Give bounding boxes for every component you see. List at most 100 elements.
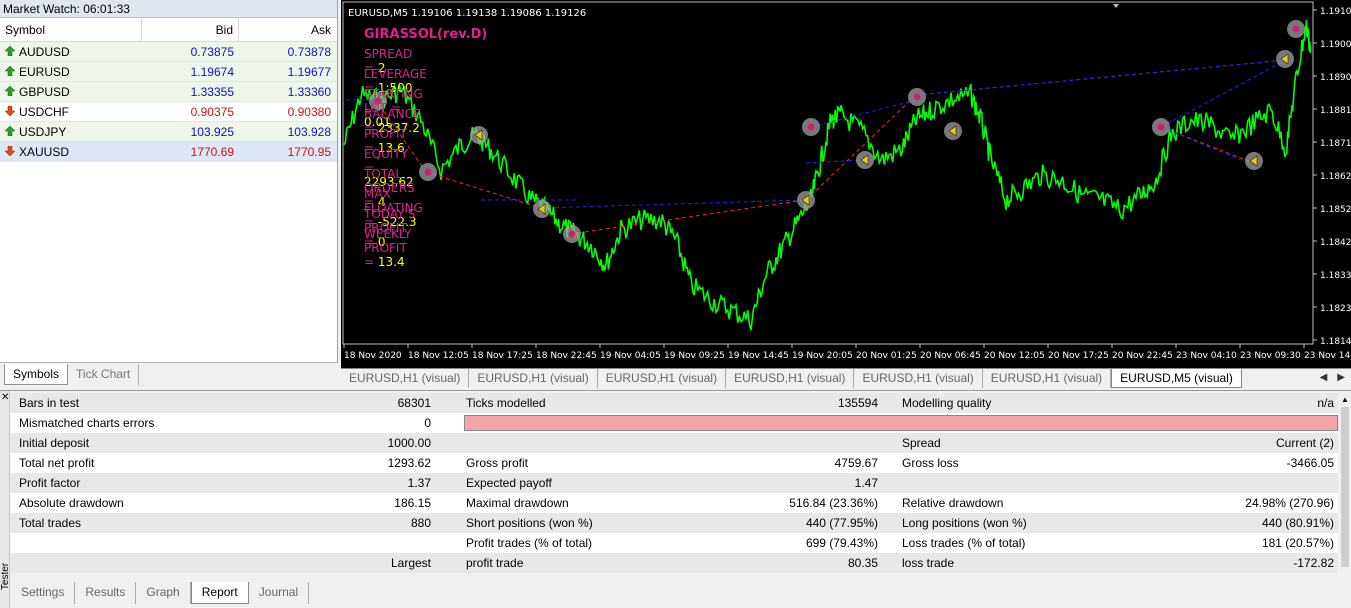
report-label: Total trades <box>19 516 82 530</box>
report-label: Loss trades (% of total) <box>902 536 1026 550</box>
price-label: 1.18810 <box>1320 106 1351 116</box>
tab-symbols[interactable]: Symbols <box>4 364 69 385</box>
ea-title: GIRASSOL(rev.D) <box>364 27 488 42</box>
report-value: 80.35 <box>847 556 878 570</box>
column-bid[interactable]: Bid <box>142 18 239 41</box>
time-label: 19 Nov 04:05 <box>600 351 661 361</box>
symbol-name: GBPUSD <box>19 84 70 99</box>
report-label: Total net profit <box>19 456 95 470</box>
time-label: 20 Nov 22:45 <box>1112 351 1173 361</box>
bid-cell: 1.33355 <box>190 85 234 99</box>
market-watch-panel: Market Watch: 06:01:33 Symbol Bid Ask AU… <box>0 0 338 386</box>
time-label: 18 Nov 22:45 <box>536 351 597 361</box>
ask-cell: 1770.95 <box>287 145 331 159</box>
price-label: 1.19005 <box>1320 40 1351 50</box>
report-table: Bars in test 68301 Ticks modelled 135594 Mod… <box>11 393 1338 573</box>
ask-cell: 1.33360 <box>287 85 331 99</box>
tab-report[interactable]: Report <box>190 582 249 604</box>
arrow-up-icon <box>5 62 19 82</box>
symbol-name: USDCHF <box>19 104 69 119</box>
report-value: 186.15 <box>394 496 431 510</box>
price-chart[interactable]: EURUSD,M5 1.19106 1.19138 1.19086 1.1912… <box>341 0 1351 368</box>
chart-canvas[interactable]: EURUSD,M5 1.19106 1.19138 1.19086 1.1912… <box>341 0 1351 368</box>
trade-dot-icon <box>807 123 815 131</box>
symbol-cell: XAUUSD <box>0 142 142 161</box>
buy-trade-line <box>810 99 917 128</box>
report-value: 68301 <box>397 396 431 410</box>
time-label: 19 Nov 14:45 <box>728 351 789 361</box>
report-label: Profit trades (% of total) <box>466 536 593 550</box>
tab-results[interactable]: Results <box>75 582 137 604</box>
market-watch-title: Market Watch: 06:01:33 <box>0 0 337 18</box>
chart-tab[interactable]: EURUSD,H1 (visual) <box>469 369 598 388</box>
chart-tab[interactable]: EURUSD,H1 (visual) <box>854 369 983 388</box>
close-icon[interactable]: ✕ <box>1 392 9 403</box>
chart-tab[interactable]: EURUSD,H1 (visual) <box>983 369 1112 388</box>
price-label: 1.18425 <box>1320 238 1351 248</box>
chart-tab[interactable]: EURUSD,M5 (visual) <box>1111 369 1242 388</box>
sell-trade-line <box>570 199 807 235</box>
market-watch-row[interactable]: AUDUSD 0.73875 0.73878 <box>0 42 337 62</box>
scroll-right-icon[interactable]: ▶ <box>1337 369 1345 388</box>
symbol-name: XAUUSD <box>19 144 70 159</box>
trade-dot-icon <box>568 230 576 238</box>
report-value: 1000.00 <box>387 436 431 450</box>
trade-dot-icon <box>424 168 432 176</box>
chart-shift-icon <box>1113 4 1119 8</box>
report-scrollbar[interactable]: ▲ <box>1339 393 1351 573</box>
report-label: Mismatched charts errors <box>19 416 155 430</box>
ea-info-value: 13.4 <box>377 255 405 269</box>
market-watch-row[interactable]: USDCHF 0.90375 0.90380 <box>0 102 337 122</box>
symbol-name: USDJPY <box>19 124 67 139</box>
time-label: 19 Nov 20:05 <box>792 351 853 361</box>
tab-graph[interactable]: Graph <box>136 582 191 604</box>
bid-cell: 103.925 <box>190 125 234 139</box>
column-symbol[interactable]: Symbol <box>0 18 142 41</box>
tester-panel: ✕ Tester Bars in test 68301 Ticks modelled… <box>0 390 1351 608</box>
trade-dot-icon <box>913 93 921 101</box>
report-row: Mismatched charts errors 0 <box>11 413 1338 433</box>
price-label: 1.18905 <box>1320 73 1351 83</box>
chart-tab[interactable]: EURUSD,H1 (visual) <box>726 369 855 388</box>
price-label: 1.18140 <box>1320 337 1351 347</box>
report-value: 440 (77.95%) <box>805 516 878 530</box>
bid-cell: 1770.69 <box>190 145 234 159</box>
time-label: 23 Nov 14: <box>1304 351 1351 361</box>
chart-header: EURUSD,M5 1.19106 1.19138 1.19086 1.1912… <box>348 8 586 19</box>
time-label: 19 Nov 09:25 <box>664 351 725 361</box>
report-label: Profit factor <box>19 476 81 490</box>
report-label: Gross profit <box>466 456 529 470</box>
price-series <box>343 20 1312 331</box>
market-watch-row[interactable]: USDJPY 103.925 103.928 <box>0 122 337 142</box>
symbol-cell: GBPUSD <box>0 82 142 101</box>
column-ask[interactable]: Ask <box>239 18 336 41</box>
report-value: 699 (79.43%) <box>805 536 878 550</box>
tab-journal[interactable]: Journal <box>249 582 310 604</box>
scroll-left-icon[interactable]: ◀ <box>1320 369 1328 388</box>
chart-tab-scroll: ◀ ▶ <box>1320 369 1351 388</box>
scroll-up-icon[interactable]: ▲ <box>1341 395 1349 404</box>
report-label: loss trade <box>902 556 955 570</box>
tester-side-bar: ✕ Tester <box>0 391 11 608</box>
report-label: Short positions (won %) <box>466 516 593 530</box>
price-label: 1.19100 <box>1320 7 1351 17</box>
market-watch-row[interactable]: EURUSD 1.19674 1.19677 <box>0 62 337 82</box>
time-label: 20 Nov 01:25 <box>856 351 917 361</box>
market-watch-row[interactable]: XAUUSD 1770.69 1770.95 <box>0 142 337 162</box>
chart-tab[interactable]: EURUSD,H1 (visual) <box>598 369 727 388</box>
price-label: 1.18525 <box>1320 205 1351 215</box>
report-label: Absolute drawdown <box>19 496 124 510</box>
report-value: -3466.05 <box>1286 456 1334 470</box>
chart-tab[interactable]: EURUSD,H1 (visual) <box>341 369 470 388</box>
time-label: 18 Nov 2020 <box>344 351 402 361</box>
report-value: 24.98% (270.96) <box>1245 496 1334 510</box>
report-label: Relative drawdown <box>902 496 1004 510</box>
market-watch-rows: AUDUSD 0.73875 0.73878 EURUSD 1.19674 1.19677… <box>0 42 337 162</box>
market-watch-row[interactable]: GBPUSD 1.33355 1.33360 <box>0 82 337 102</box>
tab-settings[interactable]: Settings <box>11 582 76 604</box>
time-label: 20 Nov 17:25 <box>1048 351 1109 361</box>
plot-frame <box>342 1 1314 345</box>
tab-tick-chart[interactable]: Tick Chart <box>68 364 140 385</box>
scroll-thumb[interactable] <box>1341 407 1349 567</box>
bid-cell: 1.19674 <box>190 65 234 79</box>
